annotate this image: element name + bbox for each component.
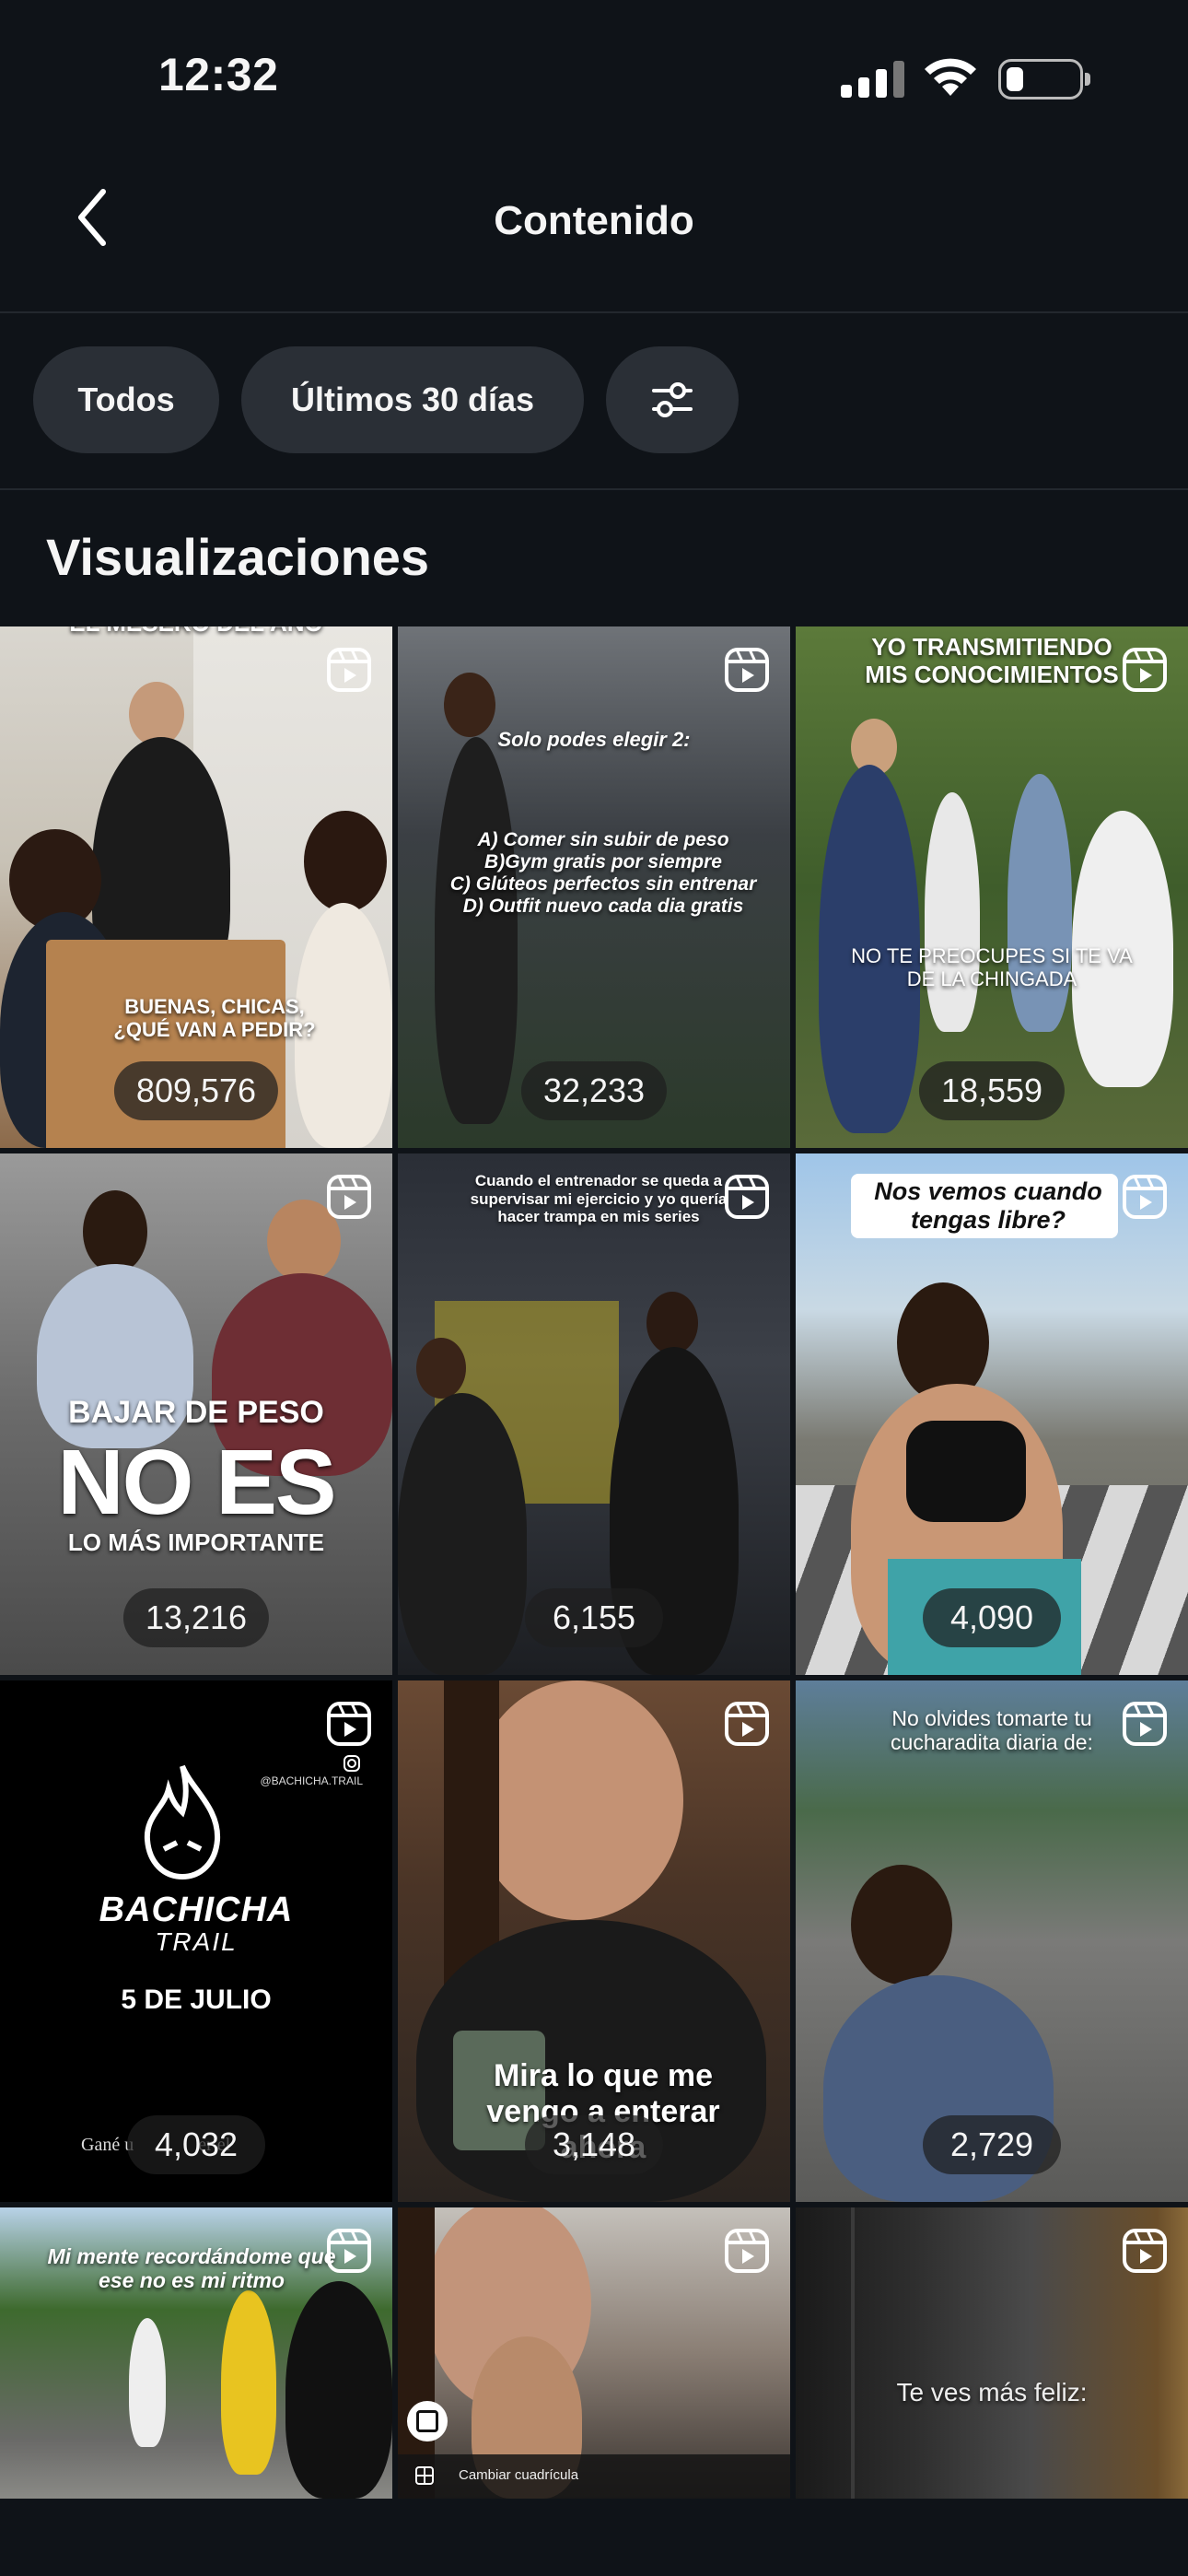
tile-top-text: EL MESERO DEL AÑO xyxy=(0,626,392,638)
reel-icon xyxy=(1123,2229,1167,2273)
content-tile[interactable]: BACHICHA TRAIL 5 DE JULIO @BACHICHA.TRAI… xyxy=(0,1680,392,2202)
view-count: 18,559 xyxy=(918,1061,1066,1120)
flame-logo-icon xyxy=(144,1764,221,1880)
tile-top-text: YO TRANSMITIENDO MIS CONOCIMIENTOS xyxy=(865,633,1119,688)
change-grid-label[interactable]: Cambiar cuadrícula xyxy=(459,2467,578,2483)
content-tile[interactable]: YO TRANSMITIENDO MIS CONOCIMIENTOS NO TE… xyxy=(796,626,1188,1148)
cellular-signal-icon xyxy=(841,59,905,98)
sliders-icon xyxy=(652,382,693,417)
content-tile[interactable]: Solo podes elegir 2: A) Comer sin subir … xyxy=(398,626,790,1148)
reel-icon xyxy=(725,1175,769,1219)
view-count: 4,032 xyxy=(127,2115,265,2174)
content-tile[interactable]: Cambiar cuadrícula xyxy=(398,2207,790,2499)
content-tile[interactable]: Nos vemos cuando tengas libre? 4,090 xyxy=(796,1153,1188,1675)
status-bar: 12:32 xyxy=(0,0,1188,157)
content-tile[interactable]: BAJAR DE PESO NO ES LO MÁS IMPORTANTE 13… xyxy=(0,1153,392,1675)
event-date: 5 DE JULIO xyxy=(121,1985,272,2015)
view-count: 809,576 xyxy=(113,1061,279,1120)
tile-caption: A) Comer sin subir de peso B)Gym gratis … xyxy=(449,829,757,918)
content-tile[interactable]: EL MESERO DEL AÑO BUENAS, CHICAS, ¿QUÉ V… xyxy=(0,626,392,1148)
reel-icon xyxy=(1123,1702,1167,1746)
filter-chip-date-range[interactable]: Últimos 30 días xyxy=(241,346,584,453)
view-count: 6,155 xyxy=(525,1588,663,1647)
content-tile[interactable]: Cuando el entrenador se queda a supervis… xyxy=(398,1153,790,1675)
reel-icon xyxy=(725,1702,769,1746)
content-tile[interactable]: Te ves más feliz: xyxy=(796,2207,1188,2499)
reel-icon xyxy=(327,1175,371,1219)
content-tile[interactable]: Mi mente recordándome que ese no es mi r… xyxy=(0,2207,392,2499)
divider xyxy=(0,488,1188,490)
wifi-icon xyxy=(925,58,976,96)
view-count: 3,148 xyxy=(525,2115,663,2174)
battery-icon xyxy=(998,59,1090,100)
tile-top-text: Nos vemos cuando tengas libre? xyxy=(874,1177,1102,1235)
instagram-icon xyxy=(344,1755,360,1772)
view-count: 4,090 xyxy=(923,1588,1061,1647)
tile-top-text: Mi mente recordándome que ese no es mi r… xyxy=(47,2244,336,2293)
status-time: 12:32 xyxy=(158,49,279,100)
tile-caption: Te ves más feliz: xyxy=(896,2378,1088,2406)
view-count: 13,216 xyxy=(122,1588,270,1647)
grid-icon xyxy=(415,2466,434,2485)
view-count: 2,729 xyxy=(923,2115,1061,2174)
reel-icon xyxy=(327,2229,371,2273)
layout-icon xyxy=(407,2401,448,2441)
tile-caption: BUENAS, CHICAS, ¿QUÉ VAN A PEDIR? xyxy=(113,995,316,1042)
content-tile[interactable]: No olvides tomarte tu cucharadita diaria… xyxy=(796,1680,1188,2202)
tile-top-text: BAJAR DE PESO xyxy=(68,1395,324,1430)
header: Contenido xyxy=(0,157,1188,313)
tile-top-text: No olvides tomarte tu cucharadita diaria… xyxy=(891,1706,1093,1755)
section-title: Visualizaciones xyxy=(46,528,430,586)
reel-icon xyxy=(1123,1175,1167,1219)
content-tile[interactable]: Mira lo que me vengo a enterar ahora 3,1… xyxy=(398,1680,790,2202)
tile-subcaption: LO MÁS IMPORTANTE xyxy=(67,1528,325,1556)
reel-icon xyxy=(327,1702,371,1746)
tile-caption: NO ES xyxy=(57,1431,336,1534)
tile-top-text: Cuando el entrenador se queda a supervis… xyxy=(470,1172,728,1226)
tile-caption: NO TE PREOCUPES SI TE VA DE LA CHINGADA xyxy=(851,944,1133,991)
tile-top-text: Solo podes elegir 2: xyxy=(497,728,691,751)
view-count: 32,233 xyxy=(520,1061,668,1120)
instagram-handle: @BACHICHA.TRAIL xyxy=(260,1774,363,1787)
filter-bar: Todos Últimos 30 días xyxy=(33,346,739,453)
reel-icon xyxy=(725,2229,769,2273)
page-title: Contenido xyxy=(494,198,694,243)
reel-icon xyxy=(725,648,769,692)
filter-settings-button[interactable] xyxy=(606,346,739,453)
filter-chip-todos[interactable]: Todos xyxy=(33,346,219,453)
reel-icon xyxy=(1123,648,1167,692)
brand-sub: TRAIL xyxy=(155,1927,238,1956)
brand-name: BACHICHA xyxy=(99,1891,294,1929)
reel-icon xyxy=(327,648,371,692)
